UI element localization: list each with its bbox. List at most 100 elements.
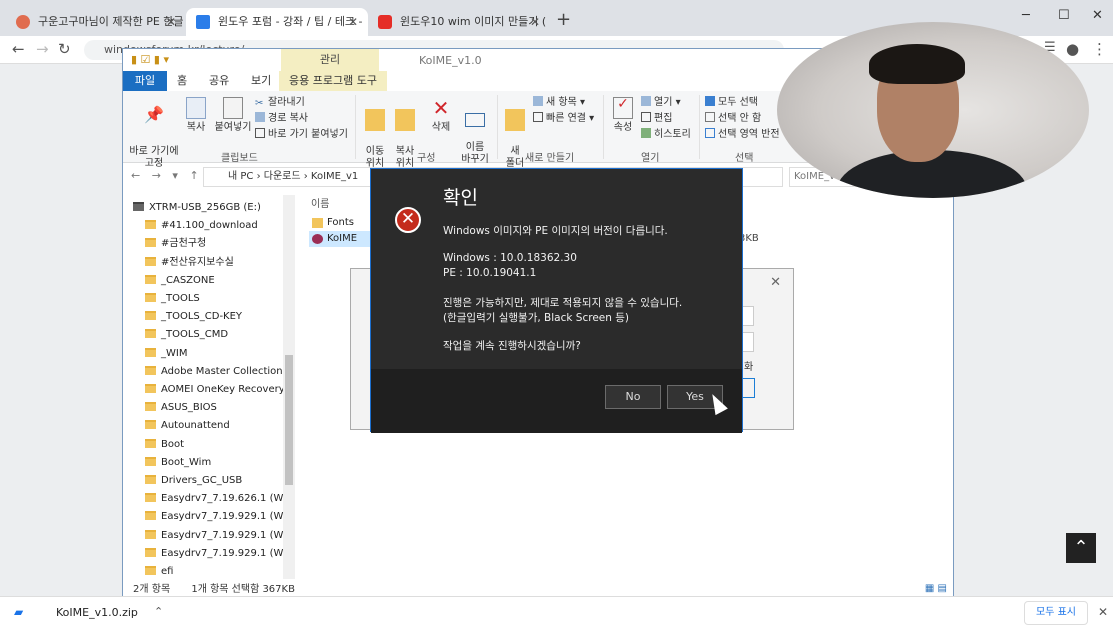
nav-item[interactable]: _TOOLS	[145, 290, 200, 308]
view-toggle-icons[interactable]: ▦ ▤	[925, 583, 947, 594]
nav-item[interactable]: Easydrv7_7.19.929.1 (Win10.	[145, 545, 295, 563]
invert-selection-button[interactable]: 선택 영역 반전	[705, 127, 780, 143]
nav-item[interactable]: #전산유지보수실	[145, 254, 234, 272]
pin-quick-access-button[interactable]: 📌 바로 가기에 고정	[129, 97, 179, 170]
dialog-message: Windows 이미지와 PE 이미지의 버전이 다릅니다.	[443, 225, 668, 237]
nav-item[interactable]: XTRM-USB_256GB (E:)	[133, 199, 261, 217]
close-icon[interactable]: ✕	[348, 8, 358, 36]
group-clipboard: 클립보드	[221, 153, 258, 164]
select-all-button[interactable]: 모두 선택	[705, 95, 758, 111]
file-item-koime[interactable]: KoIME	[309, 231, 379, 247]
background-input-field[interactable]	[742, 332, 754, 352]
new-tab-button[interactable]: +	[556, 9, 571, 30]
tab-home[interactable]: 홈	[167, 71, 197, 91]
tab-view[interactable]: 보기	[241, 71, 281, 91]
nav-item-label: AOMEI OneKey Recovery Pro	[161, 384, 295, 395]
tab-application-tools[interactable]: 응용 프로그램 도구	[279, 71, 387, 91]
no-button[interactable]: No	[605, 385, 661, 409]
ribbon-divider	[699, 95, 700, 159]
nav-item[interactable]: Easydrv7_7.19.626.1 (Win10.	[145, 490, 295, 508]
windows-logo-icon	[196, 15, 210, 29]
nav-item[interactable]: AOMEI OneKey Recovery Pro	[145, 381, 295, 399]
chevron-up-icon[interactable]: ⌃	[154, 605, 163, 618]
nav-item[interactable]: Boot_Wim	[145, 454, 211, 472]
background-dialog-button[interactable]	[742, 378, 755, 398]
status-selection: 1개 항목 선택함 367KB	[191, 584, 295, 595]
paste-shortcut-button[interactable]: 바로 가기 붙여넣기	[255, 127, 348, 143]
address-nav-arrows-icon[interactable]: ← → ▾ ↑	[131, 169, 203, 182]
folder-icon	[145, 456, 156, 466]
edit-button[interactable]: 편집	[641, 111, 672, 127]
open-button[interactable]: 열기 ▾	[641, 95, 681, 111]
easy-access-icon	[533, 112, 543, 122]
reload-icon[interactable]: ↻	[58, 40, 71, 58]
navigation-scrollbar-thumb[interactable]	[285, 355, 293, 485]
scroll-to-top-button[interactable]: ⌃	[1066, 533, 1096, 563]
easy-access-button[interactable]: 빠른 연결 ▾	[533, 111, 594, 127]
close-window-button[interactable]: ✕	[1092, 8, 1103, 23]
properties-button[interactable]: ✓ 속성	[609, 97, 637, 134]
copy-path-icon	[255, 112, 265, 122]
close-icon[interactable]: ✕	[530, 8, 540, 36]
rename-button[interactable]: 이름 바꾸기	[459, 97, 491, 166]
pe-version: PE : 10.0.19041.1	[443, 267, 537, 279]
group-new: 새로 만들기	[525, 153, 575, 164]
easy-access-label: 빠른 연결	[546, 113, 586, 124]
close-icon[interactable]: ✕	[770, 275, 781, 290]
minimize-button[interactable]: ─	[1022, 8, 1030, 23]
close-icon[interactable]: ✕	[166, 8, 176, 36]
nav-item[interactable]: Boot	[145, 436, 184, 454]
nav-item-label: _TOOLS	[161, 293, 200, 304]
close-icon[interactable]: ✕	[1098, 605, 1108, 619]
background-input-field[interactable]	[742, 306, 754, 326]
back-icon[interactable]: ←	[12, 40, 25, 58]
move-to-button[interactable]: 이동 위치	[361, 97, 389, 170]
tab-share[interactable]: 공유	[199, 71, 239, 91]
folder-icon	[145, 420, 156, 430]
group-select: 선택	[735, 153, 754, 164]
nav-item[interactable]: Easydrv7_7.19.929.1 (Win7.x	[145, 508, 295, 526]
file-item-fonts[interactable]: Fonts	[309, 215, 379, 231]
tab-file[interactable]: 파일	[123, 71, 167, 91]
select-none-button[interactable]: 선택 안 함	[705, 111, 761, 127]
nav-item[interactable]: _TOOLS_CMD	[145, 326, 228, 344]
forward-icon[interactable]: →	[36, 40, 49, 58]
profile-avatar-icon[interactable]: ●	[1066, 40, 1079, 58]
nav-item[interactable]: #41.100_download	[145, 217, 258, 235]
nav-item[interactable]: Autounattend	[145, 417, 230, 435]
maximize-button[interactable]: ☐	[1058, 8, 1070, 23]
nav-item[interactable]: Adobe Master Collection CC	[145, 363, 295, 381]
show-all-downloads-button[interactable]: 모두 표시	[1024, 601, 1088, 625]
nav-item[interactable]: _WIM	[145, 345, 187, 363]
history-button[interactable]: 히스토리	[641, 127, 691, 143]
nav-item[interactable]: _TOOLS_CD-KEY	[145, 308, 242, 326]
nav-item-label: Adobe Master Collection CC	[161, 365, 295, 377]
group-organize: 구성	[417, 153, 436, 164]
nav-item[interactable]: #금천구청	[145, 235, 206, 253]
folder-icon	[145, 493, 156, 503]
new-folder-icon	[505, 109, 525, 131]
copy-to-button[interactable]: 복사 위치	[391, 97, 419, 170]
nav-item[interactable]: ASUS_BIOS	[145, 399, 217, 417]
delete-button[interactable]: ✕ 삭제	[427, 97, 455, 134]
browser-tab-2[interactable]: 윈도우 포럼 - 강좌 / 팁 / 테크 - ✕	[186, 8, 368, 36]
nav-item-label: Boot	[161, 438, 185, 450]
nav-item[interactable]: Easydrv7_7.19.929.1 (Win7.x	[145, 527, 295, 545]
new-folder-button[interactable]: 새 폴더	[503, 97, 527, 170]
column-header-name[interactable]: 이름	[311, 195, 329, 210]
copy-button[interactable]: 복사	[181, 97, 211, 134]
menu-icon[interactable]: ⋮	[1092, 40, 1107, 58]
invert-selection-icon	[705, 128, 715, 138]
quick-access-toolbar-icons[interactable]: ▮ ☑ ▮ ▾	[131, 53, 169, 66]
paste-button[interactable]: 붙여넣기	[213, 97, 253, 134]
nav-item[interactable]: _CASZONE	[145, 272, 215, 290]
download-file-name[interactable]: KoIME_v1.0.zip	[56, 606, 138, 619]
copy-path-button[interactable]: 경로 복사	[255, 111, 308, 127]
browser-tab-1[interactable]: 구운고구마님이 제작한 PE 한글 ✕	[6, 8, 186, 36]
browser-tab-3[interactable]: 윈도우10 wim 이미지 만들기 ( ✕	[368, 8, 550, 36]
new-item-button[interactable]: 새 항목 ▾	[533, 95, 585, 111]
nav-item[interactable]: efi	[145, 563, 173, 579]
cut-button[interactable]: ✂ 잘라내기	[255, 95, 305, 111]
nav-item[interactable]: Drivers_GC_USB	[145, 472, 242, 490]
edit-icon	[641, 112, 651, 122]
